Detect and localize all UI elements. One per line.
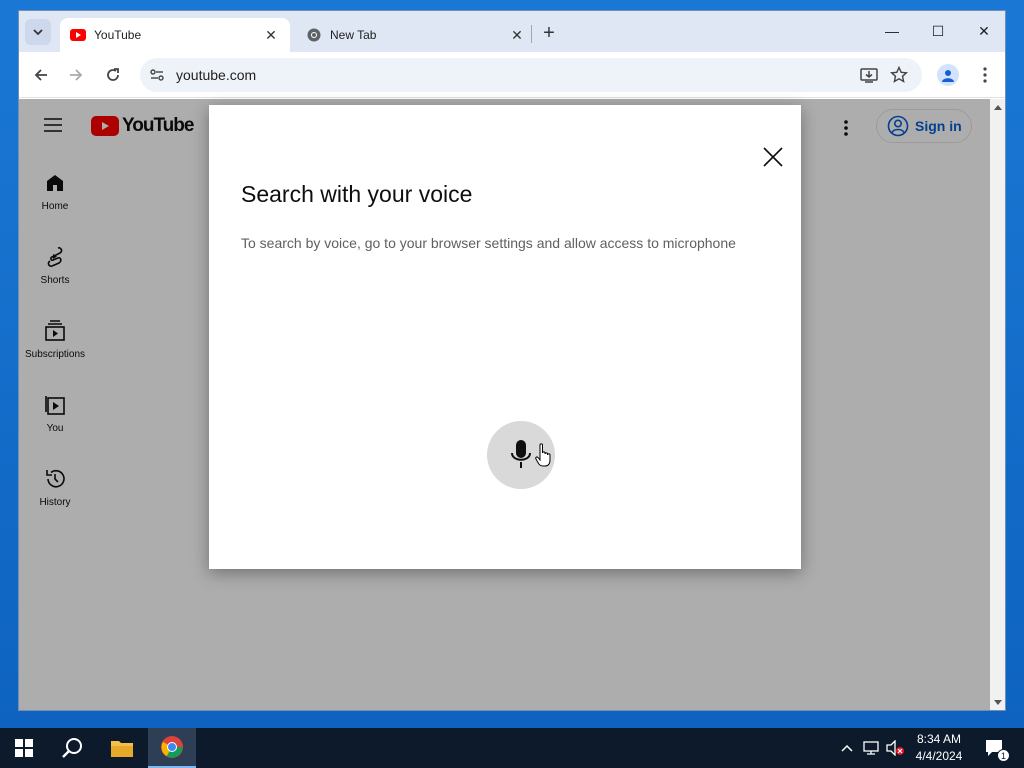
dialog-title: Search with your voice [241,181,473,207]
network-icon[interactable] [860,728,882,768]
search-button[interactable] [48,728,96,768]
browser-window: YouTube ✕ New Tab ✕ + — ☐ ✕ youtube.com … [18,10,1006,711]
chevron-up-icon [841,744,853,752]
notification-badge: 1 [997,749,1010,762]
page-scrollbar[interactable] [990,99,1005,710]
tab-title: YouTube [94,28,142,42]
tab-strip: YouTube ✕ New Tab ✕ + — ☐ ✕ [19,11,1005,52]
tab-new-tab[interactable]: New Tab ✕ [296,18,536,52]
tab-youtube[interactable]: YouTube ✕ [60,18,290,52]
profile-avatar-icon[interactable] [937,64,959,86]
folder-icon [111,741,133,757]
hand-pointer-cursor-icon [535,443,551,467]
youtube-page: YouTube Sign in Home Shorts Subscription… [19,99,990,710]
show-hidden-icons-button[interactable] [838,728,856,768]
windows-logo-icon [15,739,33,757]
voice-search-dialog: Search with your voice To search by voic… [209,105,801,569]
action-center-button[interactable]: 1 [980,728,1010,768]
tab-close-icon[interactable]: ✕ [508,26,526,44]
windows-taskbar: 8:34 AM 4/4/2024 1 [0,728,1024,768]
back-button[interactable] [29,63,53,87]
forward-button[interactable] [64,63,88,87]
browser-toolbar: youtube.com [19,52,1005,98]
minimize-button[interactable]: — [869,17,915,45]
new-tab-button[interactable]: + [537,21,561,45]
start-button[interactable] [0,728,48,768]
youtube-icon [70,27,86,43]
clock-time: 8:34 AM [916,732,962,746]
search-icon [62,738,82,758]
tab-close-icon[interactable]: ✕ [262,26,280,44]
arrow-left-icon [34,69,47,81]
scroll-up-icon[interactable] [994,105,1002,110]
chevron-down-icon [33,29,43,36]
reload-icon [107,68,119,81]
tab-separator [531,25,532,43]
chrome-icon [161,736,183,758]
file-explorer-button[interactable] [98,728,146,768]
dialog-message: To search by voice, go to your browser s… [241,235,736,251]
maximize-button[interactable]: ☐ [915,17,961,45]
close-window-button[interactable]: ✕ [961,17,1005,45]
clock-date: 4/4/2024 [915,749,963,763]
tab-title: New Tab [330,28,377,42]
volume-muted-icon[interactable] [884,728,906,768]
microphone-icon [511,440,531,468]
chrome-icon [306,27,322,43]
address-bar[interactable]: youtube.com [140,58,922,92]
arrow-right-icon [70,69,83,81]
scroll-down-icon[interactable] [994,700,1002,705]
tab-search-button[interactable] [25,19,51,45]
taskbar-clock[interactable]: 8:34 AM 4/4/2024 [906,731,972,765]
url-text: youtube.com [176,67,257,83]
chrome-taskbar-button[interactable] [148,728,196,768]
bookmark-star-icon[interactable] [889,65,909,84]
install-app-icon[interactable] [860,66,878,84]
site-info-icon[interactable] [148,66,166,84]
close-icon[interactable] [761,145,785,169]
browser-menu-icon[interactable] [975,64,995,86]
reload-button[interactable] [101,63,125,87]
